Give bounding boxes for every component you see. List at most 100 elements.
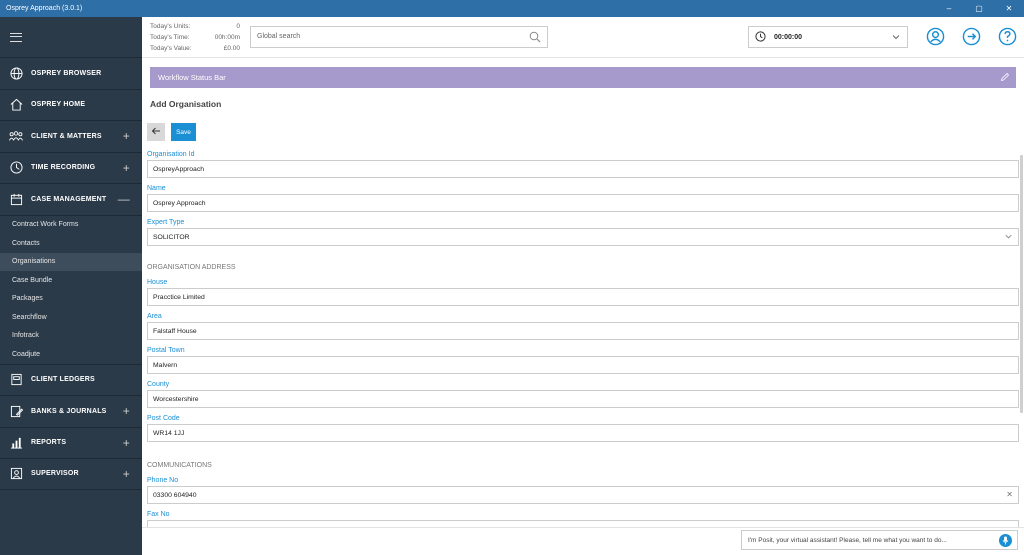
expert-type-label: Expert Type — [147, 219, 185, 226]
stat-time: Today's Time: 00h:00m — [150, 32, 240, 43]
area-label: Area — [147, 313, 162, 320]
assistant-input[interactable]: I'm Posit, your virtual assistant! Pleas… — [741, 530, 1018, 550]
clear-icon[interactable]: ✕ — [1006, 490, 1013, 499]
help-icon[interactable] — [998, 27, 1017, 46]
organisation-id-input[interactable]: OspreyApproach — [147, 160, 1019, 178]
bank-icon — [9, 404, 23, 418]
search-icon[interactable] — [529, 31, 541, 45]
save-button[interactable]: Save — [171, 123, 196, 141]
calendar-icon — [9, 192, 23, 206]
area-input[interactable]: Falstaff House — [147, 322, 1019, 340]
nav-osprey-browser[interactable]: OSPREY BROWSER — [0, 57, 142, 89]
nav-client-ledgers[interactable]: CLIENT LEDGERS — [0, 363, 142, 396]
nav-reports[interactable]: REPORTS + — [0, 426, 142, 459]
logout-icon[interactable] — [962, 27, 981, 46]
field-value: WR14 1JJ — [153, 429, 185, 437]
sub-item-coadjute[interactable]: Coadjute — [0, 345, 142, 364]
expand-icon[interactable]: + — [123, 467, 130, 481]
collapse-icon[interactable]: — — [118, 192, 130, 206]
daily-stats: Today's Units: 0 Today's Time: 00h:00m Tod… — [150, 21, 240, 54]
sub-item-packages[interactable]: Packages — [0, 290, 142, 309]
field-value: Worcestershire — [153, 395, 199, 403]
name-input[interactable]: Osprey Approach — [147, 194, 1019, 212]
window-titlebar: Osprey Approach (3.0.1) – ▢ ✕ — [0, 0, 1024, 17]
maximize-button[interactable]: ▢ — [964, 4, 994, 13]
search-placeholder: Global search — [257, 33, 301, 40]
pencil-icon[interactable] — [1000, 72, 1010, 84]
page-title: Add Organisation — [150, 99, 222, 109]
clock-icon — [9, 161, 23, 175]
expand-icon[interactable]: + — [123, 129, 130, 143]
home-icon — [9, 98, 23, 112]
nav-time-recording[interactable]: TIME RECORDING + — [0, 151, 142, 184]
global-search-input[interactable]: Global search — [250, 26, 548, 48]
nav-label: CLIENT & MATTERS — [31, 132, 102, 140]
sub-item-contacts[interactable]: Contacts — [0, 234, 142, 253]
nav-case-management[interactable]: CASE MANAGEMENT — — [0, 183, 142, 215]
phone-no-input[interactable]: 03300 604940 ✕ — [147, 486, 1019, 504]
phone-no-label: Phone No — [147, 477, 179, 484]
stat-value: £0.00 — [223, 45, 240, 52]
workflow-status-bar[interactable]: Workflow Status Bar — [150, 67, 1016, 88]
expand-icon[interactable]: + — [123, 436, 130, 450]
house-input[interactable]: Pracctice Limited — [147, 288, 1019, 306]
sidebar: OSPREY BROWSER OSPREY HOME CLIENT & MATT… — [0, 17, 142, 555]
microphone-icon[interactable] — [999, 534, 1012, 547]
nav-label: SUPERVISOR — [31, 470, 79, 478]
close-button[interactable]: ✕ — [994, 4, 1024, 13]
stopwatch-icon — [755, 30, 766, 44]
postal-town-input[interactable]: Malvern — [147, 356, 1019, 374]
back-button[interactable] — [147, 123, 165, 141]
field-value: Osprey Approach — [153, 199, 206, 207]
nav-banks-journals[interactable]: BANKS & JOURNALS + — [0, 395, 142, 427]
scrollbar[interactable] — [1020, 155, 1023, 413]
nav-label: CLIENT LEDGERS — [31, 376, 95, 384]
assistant-placeholder: I'm Posit, your virtual assistant! Pleas… — [748, 537, 947, 544]
sub-item-case-bundle[interactable]: Case Bundle — [0, 271, 142, 290]
post-code-label: Post Code — [147, 415, 180, 422]
ledger-icon — [9, 373, 23, 387]
stat-label: Today's Units: — [150, 23, 191, 30]
user-profile-icon[interactable] — [926, 27, 945, 46]
minimize-button[interactable]: – — [934, 4, 964, 13]
expand-icon[interactable]: + — [123, 161, 130, 175]
organisation-id-label: Organisation Id — [147, 151, 195, 158]
sub-item-contract-work-forms[interactable]: Contract Work Forms — [0, 216, 142, 235]
timer-value: 00:00:00 — [774, 33, 803, 41]
nav-supervisor[interactable]: SUPERVISOR + — [0, 458, 142, 490]
arrow-left-icon — [151, 123, 161, 141]
field-value: SOLICITOR — [153, 233, 190, 241]
nav-label: BANKS & JOURNALS — [31, 407, 107, 415]
field-value: Falstaff House — [153, 327, 197, 335]
nav-client-matters[interactable]: CLIENT & MATTERS + — [0, 120, 142, 152]
name-label: Name — [147, 185, 166, 192]
nav-label: REPORTS — [31, 439, 67, 447]
workflow-label: Workflow Status Bar — [158, 73, 226, 82]
people-icon — [9, 129, 23, 143]
county-input[interactable]: Worcestershire — [147, 390, 1019, 408]
stat-value: 0 — [236, 23, 240, 30]
field-value: Pracctice Limited — [153, 293, 205, 301]
nav-label: OSPREY HOME — [31, 101, 86, 109]
sidebar-header — [0, 17, 142, 57]
case-management-submenu: Contract Work Forms Contacts Organisatio… — [0, 214, 142, 364]
expert-type-select[interactable]: SOLICITOR — [147, 228, 1019, 246]
communications-heading: COMMUNICATIONS — [147, 462, 212, 469]
chevron-down-icon — [1004, 232, 1013, 243]
stat-label: Today's Value: — [150, 45, 192, 52]
sub-item-organisations[interactable]: Organisations — [0, 252, 142, 271]
fax-no-label: Fax No — [147, 511, 170, 518]
expand-icon[interactable]: + — [123, 404, 130, 418]
sub-item-searchflow[interactable]: Searchflow — [0, 308, 142, 327]
nav-label: TIME RECORDING — [31, 164, 96, 172]
chart-icon — [9, 436, 23, 450]
globe-icon — [9, 66, 23, 80]
timer-select[interactable]: 00:00:00 — [748, 26, 908, 48]
top-bar: Today's Units: 0 Today's Time: 00h:00m Tod… — [142, 17, 1024, 58]
stat-value: 00h:00m — [214, 34, 240, 41]
field-value: Malvern — [153, 361, 178, 369]
sub-item-infotrack[interactable]: Infotrack — [0, 327, 142, 346]
hamburger-menu-icon[interactable] — [10, 32, 22, 42]
nav-osprey-home[interactable]: OSPREY HOME — [0, 88, 142, 121]
post-code-input[interactable]: WR14 1JJ — [147, 424, 1019, 442]
